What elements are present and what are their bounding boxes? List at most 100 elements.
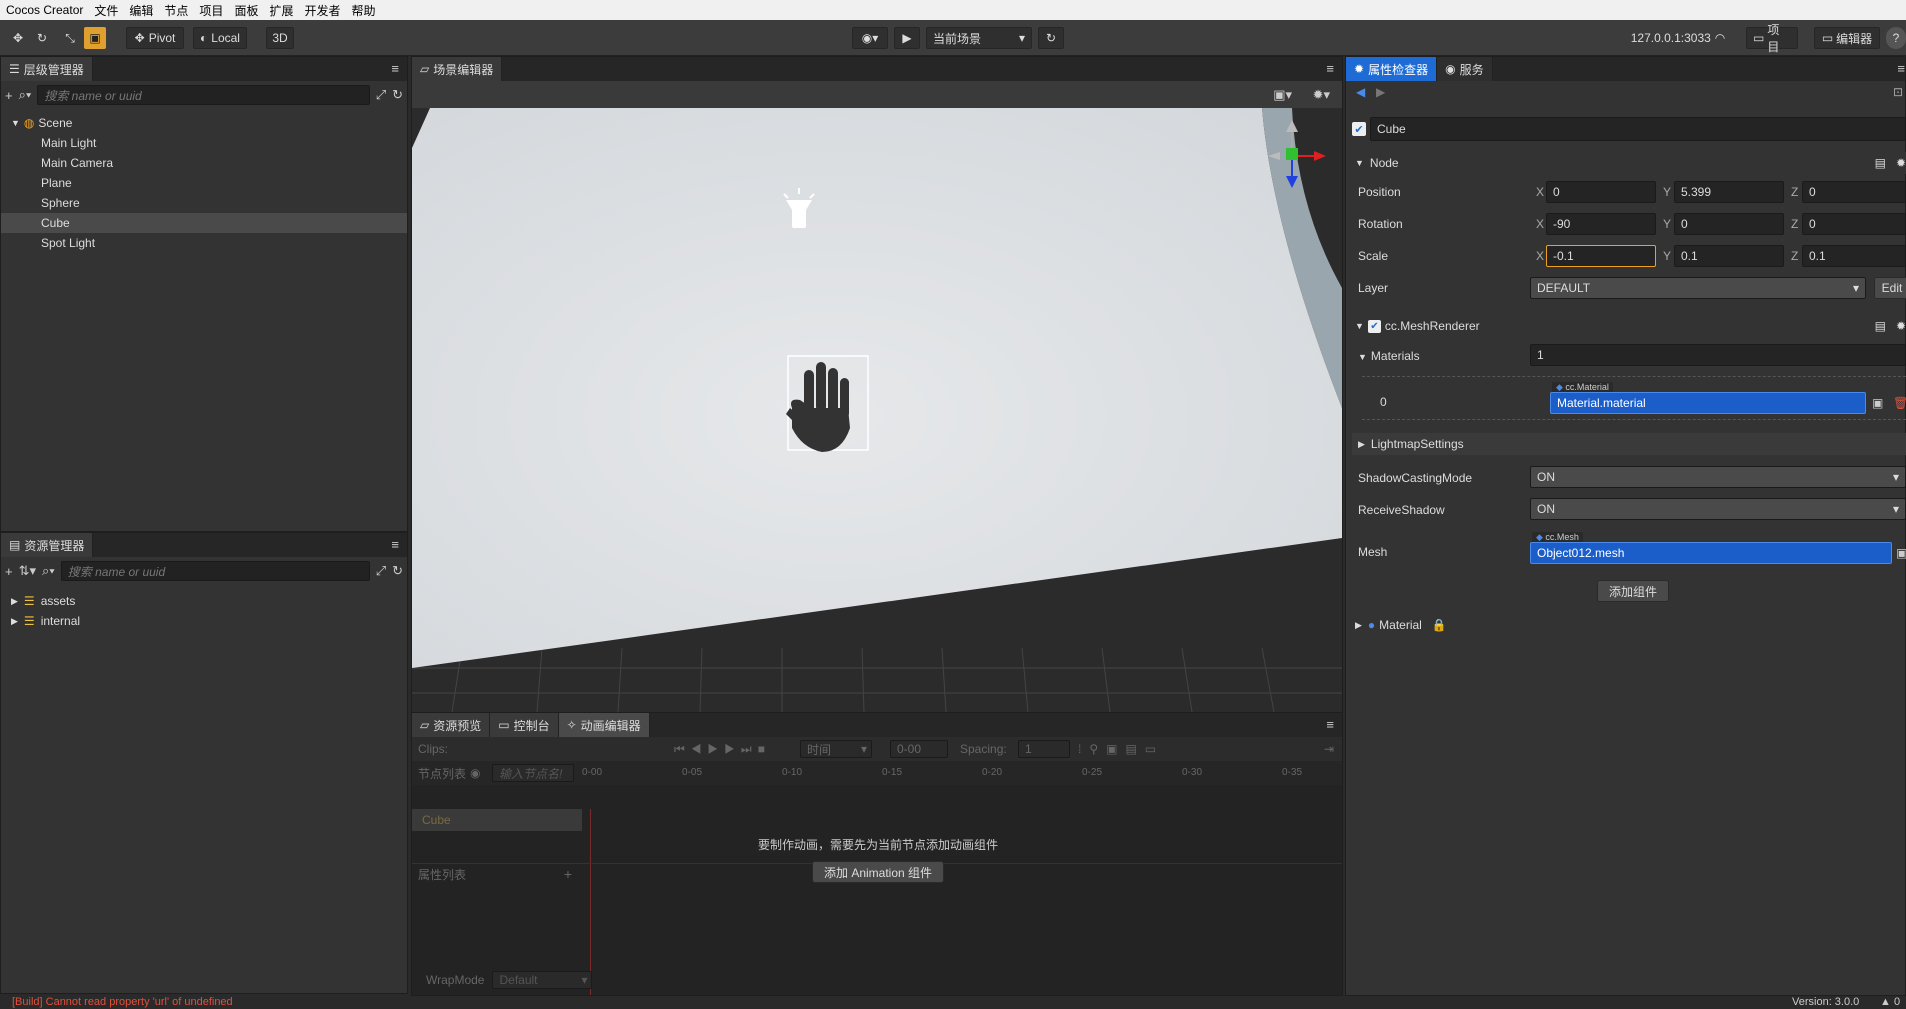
- panel-menu-icon[interactable]: ≡: [1326, 717, 1334, 732]
- locate-icon[interactable]: ▣: [1872, 396, 1883, 410]
- keyframe-tools-icon[interactable]: ⁞⚲▣▤▭: [1078, 742, 1164, 756]
- back-arrow-icon[interactable]: ◀: [1356, 85, 1365, 99]
- rotation-y-input[interactable]: 0: [1674, 213, 1784, 235]
- tab-services[interactable]: ◉ 服务: [1437, 57, 1493, 81]
- refresh-icon[interactable]: ↻: [392, 87, 403, 103]
- refresh-icon[interactable]: ↻: [392, 563, 403, 579]
- scene-viewport[interactable]: [412, 108, 1342, 712]
- tab-console[interactable]: ▭ 控制台: [490, 713, 559, 737]
- asset-folder-internal[interactable]: ▶ ☰ internal: [1, 611, 407, 631]
- time-unit-select[interactable]: 时间 ▾: [800, 740, 872, 758]
- add-component-button[interactable]: 添加组件: [1597, 580, 1669, 602]
- rotation-x-input[interactable]: -90: [1546, 213, 1656, 235]
- panel-menu-icon[interactable]: ≡: [391, 61, 399, 76]
- node-name-input[interactable]: Cube: [1370, 117, 1906, 141]
- panel-menu-icon[interactable]: ≡: [391, 537, 399, 552]
- material-asset-field[interactable]: Material.material: [1550, 392, 1866, 414]
- position-z-input[interactable]: 0: [1802, 181, 1906, 203]
- scene-select[interactable]: 当前场景 ▾: [926, 27, 1032, 49]
- assets-search-input[interactable]: 搜索 name or uuid: [60, 561, 370, 581]
- panel-menu-icon[interactable]: ≡: [1326, 61, 1334, 76]
- spacing-input[interactable]: 1: [1018, 740, 1070, 758]
- tree-node-cube[interactable]: Cube: [1, 213, 407, 233]
- gear-icon[interactable]: ✹▾: [1313, 87, 1330, 103]
- mesh-asset-field[interactable]: Object012.mesh: [1530, 542, 1892, 564]
- add-icon[interactable]: +: [5, 564, 13, 579]
- playback-controls-icon[interactable]: ⏮◀▶▶⏭■: [674, 742, 771, 757]
- sort-icon[interactable]: ⇅▾: [19, 563, 36, 579]
- materials-label[interactable]: ▼ Materials: [1358, 349, 1420, 363]
- tree-node-scene[interactable]: ▼ ◍ Scene: [1, 113, 407, 133]
- expand-icon[interactable]: ⤢: [376, 563, 386, 579]
- lock-icon[interactable]: ⊡: [1893, 85, 1903, 99]
- camera-icon[interactable]: ▣▾: [1273, 87, 1292, 103]
- add-animation-component-button[interactable]: 添加 Animation 组件: [812, 861, 944, 883]
- scale-x-input[interactable]: -0.1: [1546, 245, 1656, 267]
- tab-animation-editor[interactable]: ✧ 动画编辑器: [558, 713, 650, 737]
- search-icon[interactable]: ⌕▾: [19, 87, 32, 103]
- doc-icon[interactable]: ▤: [1875, 156, 1886, 170]
- play-icon[interactable]: ▶: [894, 27, 920, 49]
- rotate-tool-icon[interactable]: ↻: [32, 27, 52, 49]
- position-x-input[interactable]: 0: [1546, 181, 1656, 203]
- node-active-checkbox[interactable]: ✔: [1352, 122, 1366, 136]
- expand-icon[interactable]: ⤢: [376, 87, 386, 103]
- scale-tool-icon[interactable]: ⤡: [60, 27, 80, 49]
- status-error[interactable]: [Build] Cannot read property 'url' of un…: [12, 996, 233, 1008]
- add-property-icon[interactable]: +: [564, 866, 572, 882]
- doc-icon[interactable]: ▤: [1875, 319, 1886, 333]
- tab-asset-preview[interactable]: ▱ 资源预览: [412, 713, 491, 737]
- tree-node-main-light[interactable]: Main Light: [1, 133, 407, 153]
- mesh-renderer-header[interactable]: ▼ ✔ cc.MeshRenderer ▤ ✹: [1349, 315, 1906, 337]
- menu-help[interactable]: 帮助: [351, 2, 375, 19]
- search-icon[interactable]: ⌕▾: [42, 563, 55, 579]
- shadow-casting-select[interactable]: ON ▾: [1530, 466, 1906, 488]
- delete-icon[interactable]: 🗑: [1893, 396, 1906, 410]
- menu-file[interactable]: 文件: [94, 2, 118, 19]
- menu-node[interactable]: 节点: [164, 2, 188, 19]
- tree-node-spot-light[interactable]: Spot Light: [1, 233, 407, 253]
- scene-tab[interactable]: ▱ 场景编辑器: [412, 57, 503, 81]
- node-section-header[interactable]: ▼ Node ▤ ✹: [1349, 152, 1906, 174]
- hierarchy-search-input[interactable]: 搜索 name or uuid: [37, 85, 370, 105]
- assets-tab[interactable]: ▤ 资源管理器: [1, 533, 94, 557]
- node-filter-input[interactable]: 输入节点名!: [492, 764, 574, 782]
- gear-icon[interactable]: ✹: [1896, 156, 1906, 170]
- rect-tool-icon[interactable]: ▣: [84, 27, 106, 49]
- add-icon[interactable]: +: [5, 88, 13, 103]
- layer-select[interactable]: DEFAULT ▾: [1530, 277, 1866, 299]
- local-button[interactable]: ◐ Local: [193, 27, 247, 49]
- receive-shadow-select[interactable]: ON ▾: [1530, 498, 1906, 520]
- material-section-header[interactable]: ▶ ● Material 🔒: [1349, 614, 1906, 636]
- hierarchy-tab[interactable]: ☰ 层级管理器: [1, 57, 93, 81]
- panel-menu-icon[interactable]: ≡: [1897, 61, 1905, 76]
- menu-panel[interactable]: 面板: [234, 2, 258, 19]
- scale-z-input[interactable]: 0.1: [1802, 245, 1906, 267]
- gear-icon[interactable]: ✹: [1896, 319, 1906, 333]
- tree-node-main-camera[interactable]: Main Camera: [1, 153, 407, 173]
- rotation-z-input[interactable]: 0: [1802, 213, 1906, 235]
- pivot-button[interactable]: ✥ Pivot: [126, 27, 184, 49]
- locate-icon[interactable]: ▣: [1896, 546, 1906, 560]
- move-tool-icon[interactable]: ✥: [8, 27, 28, 49]
- menu-developer[interactable]: 开发者: [304, 2, 340, 19]
- wrapmode-select[interactable]: Default ▾: [492, 971, 593, 989]
- help-button[interactable]: ?: [1886, 27, 1906, 49]
- layer-edit-button[interactable]: Edit: [1874, 277, 1906, 299]
- exit-icon[interactable]: ⇥: [1324, 742, 1334, 756]
- menu-project[interactable]: 项目: [199, 2, 223, 19]
- mode-3d-button[interactable]: 3D: [266, 27, 294, 49]
- asset-folder-assets[interactable]: ▶ ☰ assets: [1, 591, 407, 611]
- time-input[interactable]: 0-00: [890, 740, 948, 758]
- editor-button[interactable]: ▭ 编辑器: [1814, 27, 1880, 49]
- eye-icon[interactable]: ◉: [470, 766, 480, 780]
- forward-arrow-icon[interactable]: ▶: [1376, 85, 1385, 99]
- menu-extension[interactable]: 扩展: [269, 2, 293, 19]
- tree-node-sphere[interactable]: Sphere: [1, 193, 407, 213]
- refresh-icon[interactable]: ↻: [1038, 27, 1064, 49]
- platform-globe-icon[interactable]: ◉▾: [852, 27, 888, 49]
- animation-node-row[interactable]: Cube: [412, 809, 582, 831]
- project-button[interactable]: ▭ 项目: [1746, 23, 1798, 54]
- scale-y-input[interactable]: 0.1: [1674, 245, 1784, 267]
- component-enabled-checkbox[interactable]: ✔: [1367, 319, 1381, 333]
